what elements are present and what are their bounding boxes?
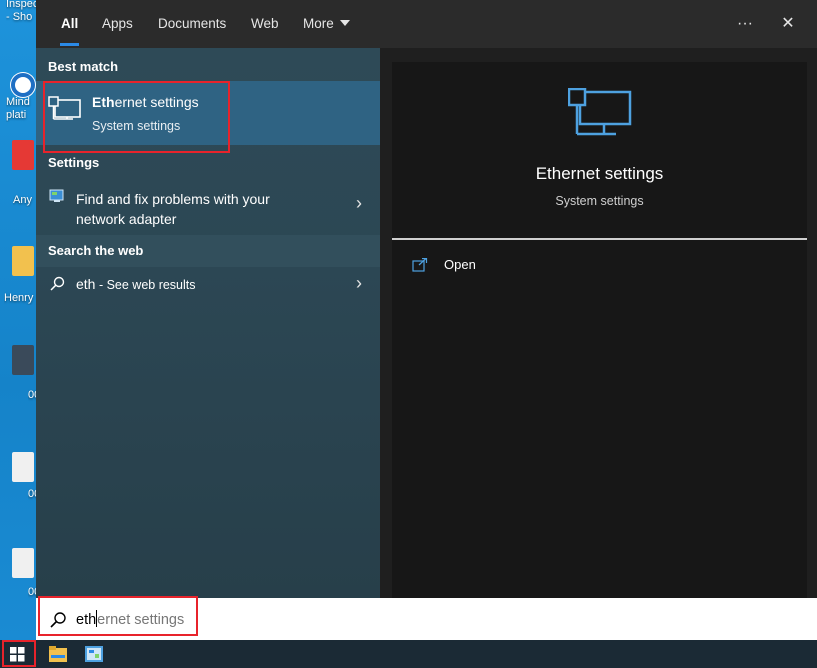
web-header: Search the web <box>48 243 144 258</box>
open-icon <box>412 258 428 272</box>
settings-result-network-troubleshoot[interactable]: Find and fix problems with your network … <box>36 179 380 235</box>
search-icon <box>50 612 66 628</box>
start-button[interactable] <box>0 640 36 668</box>
search-bar[interactable]: ethernet settings <box>36 598 817 640</box>
control-panel-taskbar-button[interactable] <box>76 640 112 668</box>
folder-icon <box>12 246 34 276</box>
results-list: Best match Ethernet settings System sett… <box>36 48 380 598</box>
preview-pane: Ethernet settings System settings Open <box>392 62 807 598</box>
search-autocomplete: ernet settings <box>97 612 185 628</box>
ethernet-settings-large-icon <box>568 88 632 136</box>
file-explorer-taskbar-button[interactable] <box>40 640 76 668</box>
start-search-panel: All Apps Documents Web More ··· ✕ Best m… <box>36 0 817 598</box>
tab-more[interactable]: More <box>303 0 350 48</box>
app-icon <box>10 72 36 98</box>
tab-more-label: More <box>303 16 334 31</box>
chevron-down-icon <box>339 20 350 27</box>
control-panel-icon <box>85 646 103 662</box>
tab-documents[interactable]: Documents <box>158 0 226 48</box>
file-icon <box>12 345 34 375</box>
web-result-query: eth <box>76 276 96 292</box>
chevron-right-icon: › <box>356 273 362 293</box>
search-typed-text: eth <box>76 612 97 628</box>
best-match-title: Ethernet settings <box>92 94 199 110</box>
tab-web[interactable]: Web <box>251 0 279 48</box>
chevron-right-icon: › <box>356 193 362 213</box>
file-icon <box>12 452 34 482</box>
settings-header: Settings <box>48 155 100 170</box>
web-result-eth[interactable]: eth - See web results › <box>36 267 380 303</box>
preview-divider <box>392 238 807 240</box>
file-icon <box>12 548 34 578</box>
best-match-subtitle: System settings <box>92 119 181 133</box>
best-match-header: Best match <box>48 59 119 74</box>
best-match-title-rest: ernet settings <box>114 94 199 110</box>
app-icon <box>12 140 34 170</box>
folder-icon <box>49 646 67 662</box>
tab-all[interactable]: All <box>59 0 80 48</box>
preview-subtitle: System settings <box>555 194 644 208</box>
network-troubleshoot-icon <box>49 189 64 202</box>
best-match-title-bold: Eth <box>92 94 115 110</box>
best-match-result[interactable]: Ethernet settings System settings <box>36 81 380 145</box>
settings-result-text: Find and fix problems with your network … <box>76 189 270 229</box>
search-tabs: All Apps Documents Web More ··· ✕ <box>36 0 817 48</box>
ethernet-settings-icon <box>48 96 81 120</box>
settings-result-line1: Find and fix problems with your <box>76 191 270 207</box>
windows-logo-icon <box>10 647 25 662</box>
web-result-text: eth - See web results <box>76 276 196 292</box>
taskbar <box>0 640 817 668</box>
more-options-button[interactable]: ··· <box>731 10 759 38</box>
preview-title: Ethernet settings <box>535 164 664 183</box>
open-label: Open <box>444 257 476 272</box>
tab-apps[interactable]: Apps <box>102 0 133 48</box>
search-input[interactable]: ethernet settings <box>76 610 184 628</box>
search-icon <box>50 276 65 291</box>
settings-result-line2: network adapter <box>76 211 177 227</box>
close-button[interactable]: ✕ <box>774 10 802 38</box>
web-result-suffix: - See web results <box>95 278 196 292</box>
